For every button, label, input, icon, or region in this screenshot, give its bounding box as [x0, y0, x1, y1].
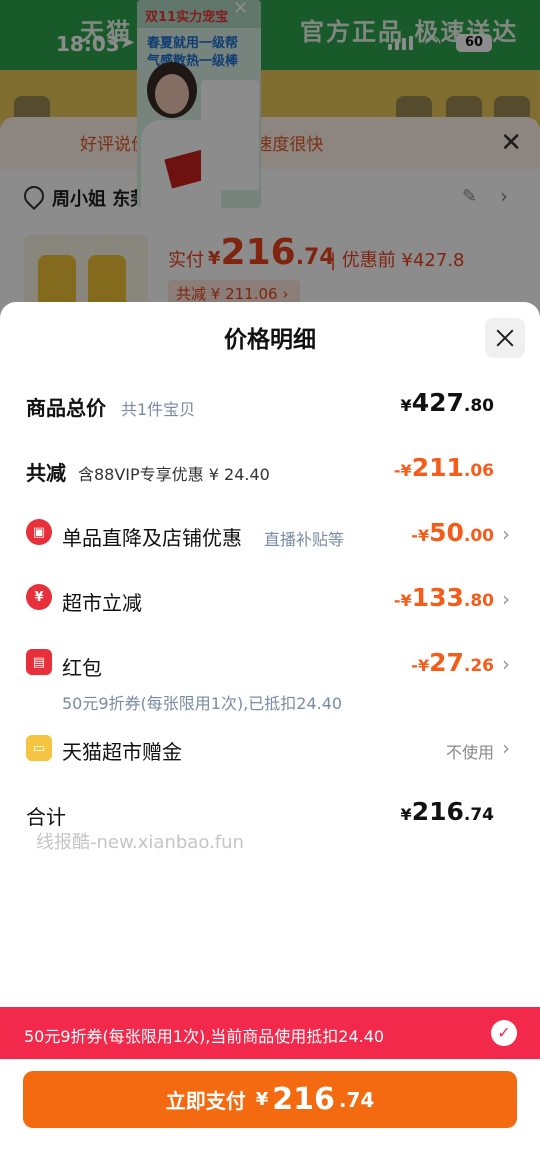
goods-total-amount: ¥427.80 [400, 388, 494, 417]
market-discount-label[interactable]: 超市立减 [62, 587, 142, 616]
goods-count: 共1件宝贝 [121, 400, 196, 419]
pay-now-label: 立即支付 [165, 1089, 246, 1113]
wallet-icon: ▭ [26, 735, 52, 761]
watermark: 线报酷-new.xianbao.fun [36, 832, 244, 853]
vip-discount-note: 含88VIP专享优惠 ¥ 24.40 [78, 465, 270, 484]
goods-total-label: 商品总价 [26, 396, 106, 420]
pay-now-symbol: ¥ [255, 1089, 269, 1110]
shop-icon: ▣ [26, 519, 52, 545]
sheet-title: 价格明细 [224, 327, 316, 353]
shop-discount-label[interactable]: 单品直降及店铺优惠 [62, 522, 242, 551]
gift-credit-label[interactable]: 天猫超市赠金 [62, 736, 182, 765]
check-icon[interactable]: ✓ [491, 1020, 517, 1046]
red-packet-label[interactable]: 红包 [62, 652, 102, 681]
chevron-right-icon[interactable]: › [502, 652, 510, 676]
yen-coupon-icon: ¥ [26, 584, 52, 610]
pay-now-amount: 216 [272, 1082, 335, 1117]
total-discount-label: 共减 [26, 461, 66, 485]
pay-now-button[interactable]: 立即支付 ¥ 216 .74 [23, 1071, 517, 1128]
pay-now-decimal: .74 [338, 1087, 375, 1112]
coupon-bar-text: 50元9折券(每张限用1次),当前商品使用抵扣24.40 [24, 1027, 385, 1046]
grand-total-amount: ¥216.74 [400, 797, 494, 826]
total-discount-amount: -¥211.06 [393, 453, 494, 482]
chevron-right-icon[interactable]: › [502, 522, 510, 546]
shop-discount-amount[interactable]: -¥50.00 [411, 518, 494, 547]
chevron-right-icon[interactable]: › [502, 587, 510, 611]
red-packet-amount[interactable]: -¥27.26 [411, 648, 494, 677]
chevron-right-icon[interactable]: › [502, 736, 510, 760]
grand-total-label: 合计 [26, 805, 66, 829]
close-button[interactable] [485, 318, 525, 358]
red-packet-icon: ▤ [26, 649, 52, 675]
market-discount-amount[interactable]: -¥133.80 [394, 583, 494, 612]
shop-discount-note: 直播补贴等 [264, 530, 345, 549]
red-packet-note: 50元9折券(每张限用1次),已抵扣24.40 [62, 694, 343, 713]
gift-credit-value[interactable]: 不使用 [446, 739, 494, 763]
